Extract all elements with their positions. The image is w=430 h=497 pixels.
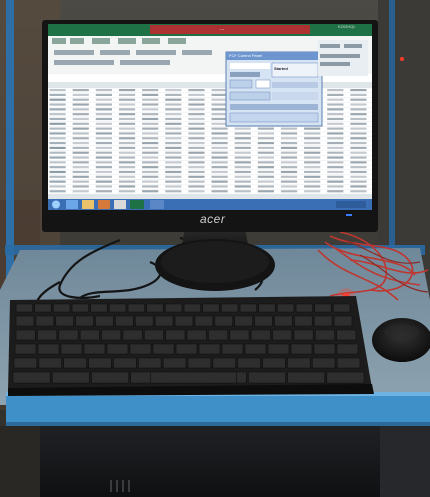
- excel-icon: [130, 200, 144, 209]
- dialog-title: FCF Control Panel: [229, 53, 263, 58]
- chrome-icon: [114, 200, 126, 209]
- dialog-heading: Started: [274, 66, 288, 71]
- media-icon: [98, 200, 110, 209]
- folder-icon: [82, 200, 94, 209]
- ie-icon: [66, 200, 78, 209]
- cabinet: [40, 426, 380, 497]
- taskbar: [48, 199, 372, 210]
- keyboard: [8, 296, 374, 396]
- monitor-model-label: K202HQL: [338, 24, 356, 29]
- acer-logo: acer: [200, 212, 226, 226]
- photo-scene: [0, 0, 430, 497]
- window-title: ...: [220, 26, 225, 32]
- spreadsheet-grid: [48, 87, 372, 195]
- power-led: [346, 214, 352, 216]
- control-dialog: [225, 51, 323, 127]
- windows-start-icon: [52, 200, 60, 209]
- desk-front-edge: [6, 392, 430, 426]
